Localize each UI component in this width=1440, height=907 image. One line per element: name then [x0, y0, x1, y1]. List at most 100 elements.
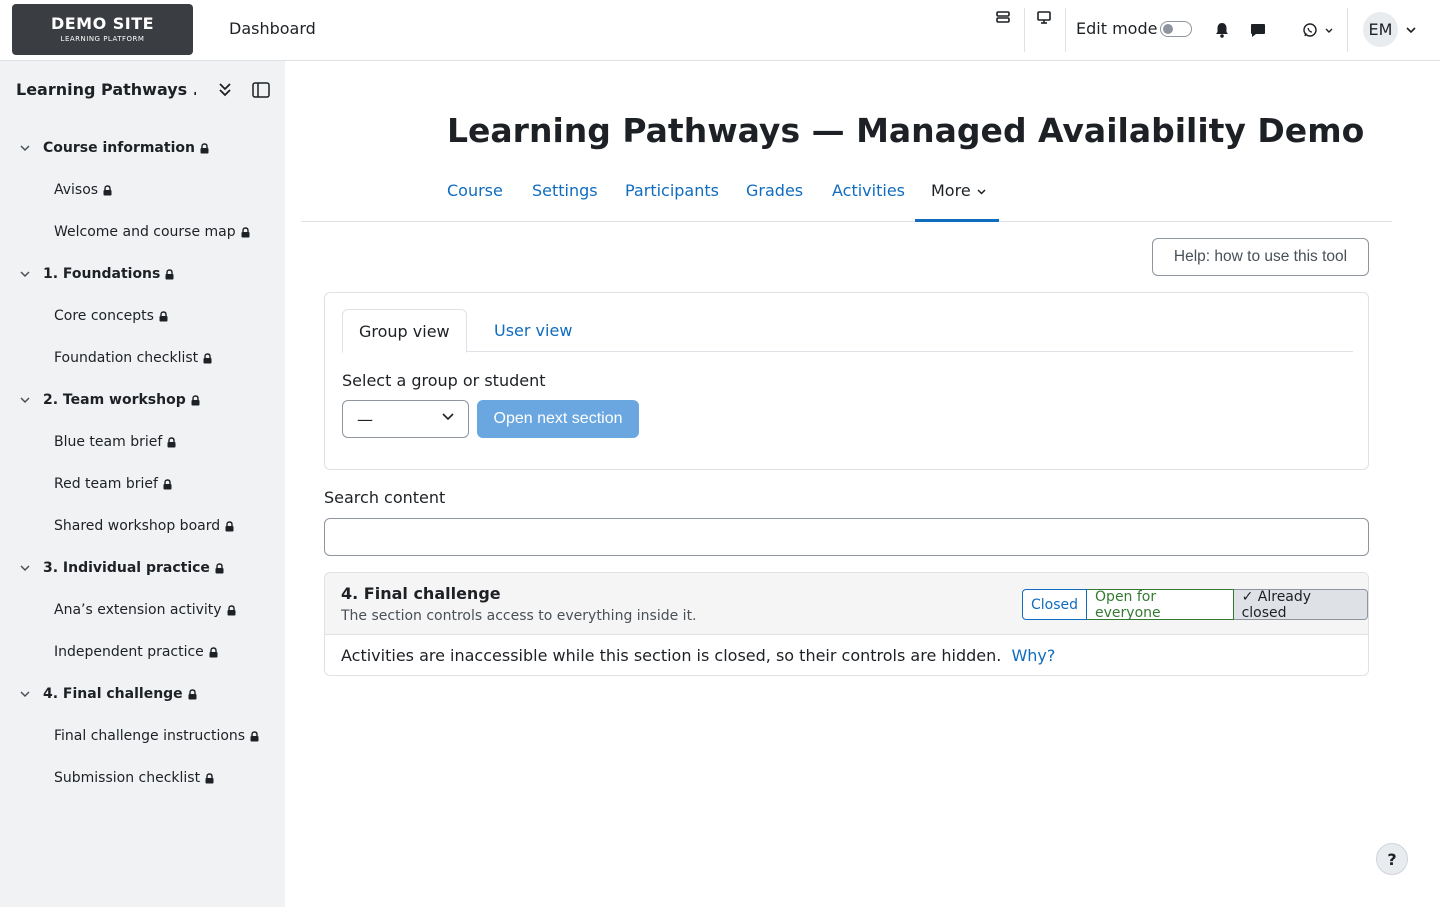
index-activity-item[interactable]: Welcome and course map — [54, 224, 250, 240]
group-selector-card: Group view User view Select a group or s… — [324, 292, 1369, 470]
index-item-label: 2. Team workshop — [43, 392, 186, 408]
course-index-drawer: Learning Pathways ... Course information… — [0, 61, 285, 907]
group-student-select[interactable]: — — [342, 400, 469, 438]
tab-user-view[interactable]: User view — [478, 309, 588, 352]
lock-icon — [215, 562, 224, 574]
lock-icon — [205, 772, 214, 784]
lock-icon — [203, 352, 212, 364]
drawer-course-title[interactable]: Learning Pathways ... — [16, 80, 196, 99]
chevron-down-icon[interactable] — [18, 690, 32, 698]
index-activity-item[interactable]: Submission checklist — [54, 770, 214, 786]
navbar-separator — [1024, 8, 1025, 52]
search-content-label: Search content — [324, 488, 446, 507]
page-title: Learning Pathways — Managed Availability… — [447, 111, 1365, 150]
tab-course[interactable]: Course — [447, 181, 503, 200]
index-item-label: Independent practice — [54, 644, 204, 660]
index-item-label: Welcome and course map — [54, 224, 236, 240]
whatsapp-menu-icon[interactable] — [1300, 21, 1336, 39]
index-section-item[interactable]: 1. Foundations — [18, 266, 174, 282]
tab-more-label: More — [931, 181, 971, 200]
lock-icon — [188, 688, 197, 700]
tab-grades[interactable]: Grades — [746, 181, 803, 200]
navbar-separator — [1347, 8, 1348, 52]
section-card-final-challenge: 4. Final challenge The section controls … — [324, 572, 1369, 676]
edit-mode-label: Edit mode — [1076, 19, 1158, 38]
section-body-message: Activities are inaccessible while this s… — [341, 646, 1055, 665]
index-item-label: Submission checklist — [54, 770, 201, 786]
state-already-closed-button[interactable]: ✓ Already closed — [1233, 589, 1368, 621]
index-item-label: 4. Final challenge — [43, 686, 183, 702]
chevron-down-icon — [442, 413, 454, 421]
lock-icon — [167, 436, 176, 448]
index-section-item[interactable]: 4. Final challenge — [18, 686, 197, 702]
index-activity-item[interactable]: Avisos — [54, 182, 112, 198]
desktop-monitor-icon[interactable] — [1035, 8, 1053, 26]
index-activity-item[interactable]: Blue team brief — [54, 434, 176, 450]
user-avatar[interactable]: EM — [1363, 12, 1398, 47]
chevron-down-icon[interactable] — [18, 270, 32, 278]
active-tab-indicator — [915, 219, 999, 222]
index-item-label: Shared workshop board — [54, 518, 221, 534]
index-activity-item[interactable]: Shared workshop board — [54, 518, 234, 534]
lock-icon — [225, 520, 234, 532]
tab-more[interactable]: More — [931, 181, 986, 200]
lock-icon — [159, 310, 168, 322]
tab-participants[interactable]: Participants — [625, 181, 719, 200]
view-tabs: Group view User view — [342, 309, 1353, 353]
collapse-all-double-chevron-icon[interactable] — [213, 78, 237, 102]
index-section-item[interactable]: Course information — [18, 140, 209, 156]
index-activity-item[interactable]: Final challenge instructions — [54, 728, 259, 744]
chevron-down-icon[interactable] — [18, 396, 32, 404]
index-item-label: 1. Foundations — [43, 266, 161, 282]
index-item-label: Foundation checklist — [54, 350, 199, 366]
state-closed-button[interactable]: Closed — [1022, 589, 1088, 620]
tab-settings[interactable]: Settings — [532, 181, 598, 200]
lock-icon — [165, 268, 174, 280]
site-logo[interactable]: DEMO SITE LEARNING PLATFORM — [12, 4, 193, 55]
close-drawer-sidebar-icon[interactable] — [249, 78, 273, 102]
site-logo-tagline: LEARNING PLATFORM — [60, 35, 145, 43]
why-link[interactable]: Why? — [1011, 646, 1055, 665]
toggle-knob — [1163, 24, 1173, 34]
lock-icon — [191, 394, 200, 406]
help-how-to-use-button[interactable]: Help: how to use this tool — [1152, 238, 1369, 276]
index-activity-item[interactable]: Red team brief — [54, 476, 172, 492]
select-group-label: Select a group or student — [342, 371, 546, 390]
availability-state-group: Closed Open for everyone ✓ Already close… — [1022, 589, 1368, 621]
chevron-down-icon[interactable] — [18, 564, 32, 572]
lock-icon — [103, 184, 112, 196]
search-content-input[interactable] — [324, 518, 1369, 556]
lock-icon — [163, 478, 172, 490]
site-logo-name: DEMO SITE — [50, 14, 155, 33]
state-open-everyone-button[interactable]: Open for everyone — [1087, 589, 1234, 621]
lock-icon — [209, 646, 218, 658]
index-item-label: 3. Individual practice — [43, 560, 210, 576]
edit-mode-toggle[interactable] — [1160, 21, 1192, 37]
select-value: — — [357, 409, 373, 429]
index-activity-item[interactable]: Ana’s extension activity — [54, 602, 236, 618]
notifications-bell-icon[interactable] — [1213, 21, 1231, 39]
lock-icon — [241, 226, 250, 238]
lock-icon — [227, 604, 236, 616]
messages-chat-icon[interactable] — [1249, 21, 1267, 39]
index-section-item[interactable]: 3. Individual practice — [18, 560, 224, 576]
nav-dashboard-link[interactable]: Dashboard — [229, 19, 316, 38]
tab-activities[interactable]: Activities — [832, 181, 905, 200]
help-question-button[interactable]: ? — [1376, 843, 1408, 875]
index-activity-item[interactable]: Foundation checklist — [54, 350, 212, 366]
index-item-label: Ana’s extension activity — [54, 602, 222, 618]
user-menu-chevron-down-icon[interactable] — [1404, 22, 1418, 38]
index-item-label: Core concepts — [54, 308, 154, 324]
section-body-text: Activities are inaccessible while this s… — [341, 646, 1002, 665]
index-drawer-icon[interactable] — [994, 8, 1012, 26]
tab-group-view[interactable]: Group view — [342, 309, 467, 353]
chevron-down-icon[interactable] — [18, 144, 32, 152]
index-item-label: Course information — [43, 140, 195, 156]
navbar-separator — [1065, 8, 1066, 52]
index-activity-item[interactable]: Independent practice — [54, 644, 218, 660]
index-item-label: Avisos — [54, 182, 99, 198]
section-description: The section controls access to everythin… — [341, 608, 697, 624]
index-activity-item[interactable]: Core concepts — [54, 308, 168, 324]
open-next-section-button[interactable]: Open next section — [477, 400, 639, 438]
index-section-item[interactable]: 2. Team workshop — [18, 392, 200, 408]
